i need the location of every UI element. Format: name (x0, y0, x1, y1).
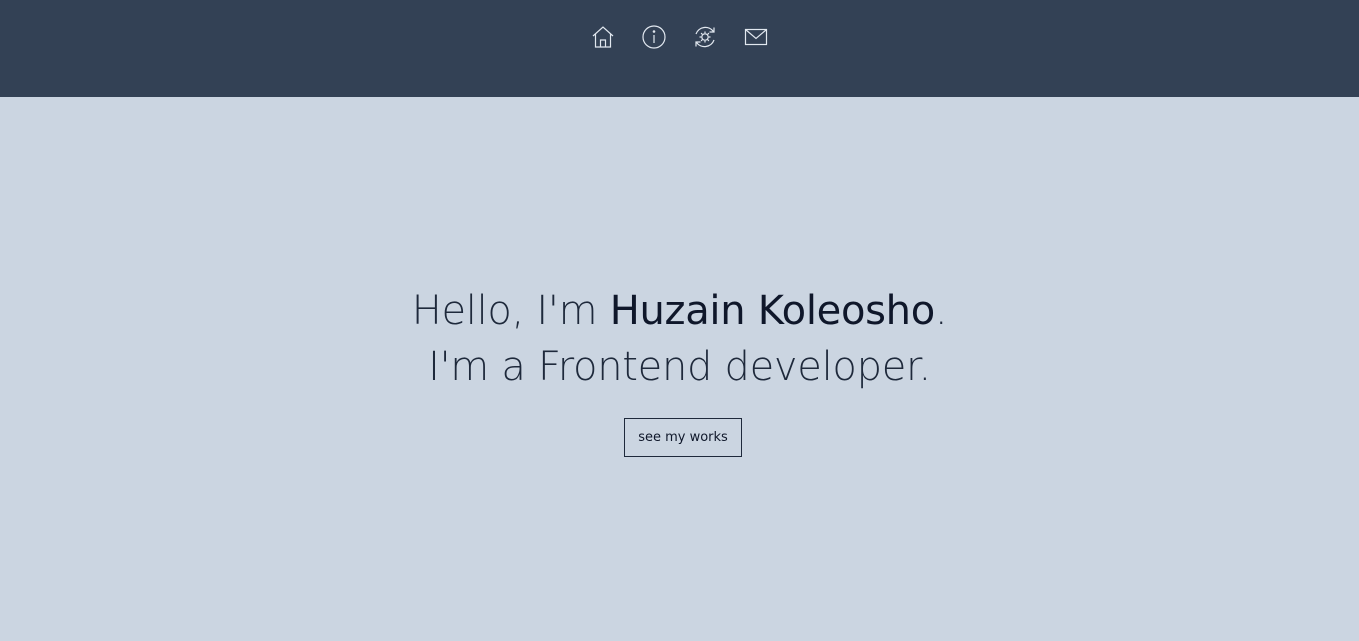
nav-home-link[interactable] (590, 24, 616, 50)
hero-greeting: Hello, I'm Huzain Koleosho. (0, 283, 1359, 339)
icon-navigation (0, 23, 1359, 51)
greeting-suffix: . (934, 288, 948, 334)
gear-refresh-icon (695, 26, 715, 48)
developer-name: Huzain Koleosho (609, 288, 936, 334)
nav-contact-link[interactable] (743, 24, 769, 50)
nav-services-link[interactable] (692, 24, 718, 50)
top-navigation-bar (0, 0, 1359, 97)
greeting-prefix: Hello, I'm (411, 288, 610, 334)
mail-icon (744, 28, 768, 46)
nav-about-link[interactable] (641, 24, 667, 50)
info-icon (642, 25, 666, 49)
home-icon (592, 26, 614, 48)
see-my-works-button[interactable]: see my works (624, 418, 742, 457)
hero-role: I'm a Frontend developer. (428, 344, 931, 390)
hero-section: Hello, I'm Huzain Koleosho. I'm a Fronte… (0, 283, 1359, 395)
